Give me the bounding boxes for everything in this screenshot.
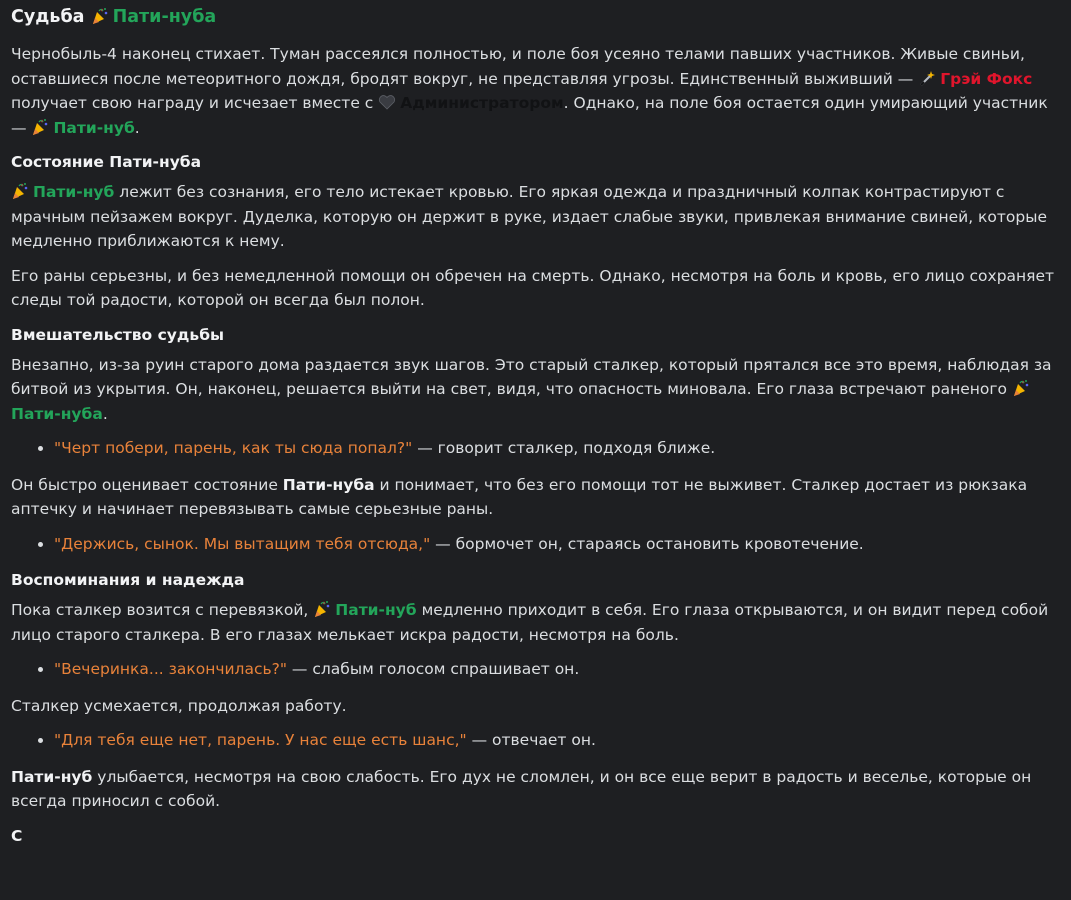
state-text: лежит без сознания, его тело истекает кр…	[11, 183, 1048, 250]
list-item: "Вечеринка... закончилась?" — слабым гол…	[54, 657, 1061, 682]
grey-fox-mention[interactable]: Грэй Фокс	[940, 70, 1032, 88]
party-popper-icon	[1012, 379, 1030, 397]
text: Пока сталкер возится с перевязкой,	[11, 601, 309, 619]
text: улыбается, несмотря на свою слабость. Ег…	[11, 767, 1032, 811]
intro-text-4: .	[134, 118, 140, 137]
party-popper-icon	[31, 118, 49, 136]
list-item: "Держись, сынок. Мы вытащим тебя отсюда,…	[54, 532, 1061, 557]
admin-mention[interactable]: Администратором	[400, 94, 563, 112]
party-popper-icon	[91, 7, 109, 25]
memories-paragraph-1: Пока сталкер возится с перевязкой, Пати-…	[11, 598, 1061, 647]
section-heading-intervention: Вмешательство судьбы	[11, 325, 225, 344]
party-noob-mention[interactable]: Пати-нуб	[335, 601, 416, 619]
party-noob-bold: Пати-нуб	[11, 767, 93, 786]
quote-list: "Для тебя еще нет, парень. У нас еще ест…	[11, 728, 1061, 753]
party-noob-mention[interactable]: Пати-нуб	[53, 119, 134, 137]
party-noob-name: Пати-нуба	[112, 7, 217, 27]
party-noob-bold: Пати-нуба	[282, 475, 375, 494]
intervention-paragraph-1: Внезапно, из-за руин старого дома раздае…	[11, 353, 1061, 427]
memories-paragraph-3: Пати-нуб улыбается, несмотря на свою сла…	[11, 765, 1061, 814]
party-popper-icon	[313, 600, 331, 618]
memories-paragraph-2: Сталкер усмехается, продолжая работу.	[11, 696, 347, 715]
list-item: "Черт побери, парень, как ты сюда попал?…	[54, 436, 1061, 461]
magic-wand-icon	[918, 69, 936, 87]
text: Он быстро оценивает состояние	[11, 475, 283, 494]
title-prefix: Судьба	[11, 7, 85, 27]
list-item: "Для тебя еще нет, парень. У нас еще ест…	[54, 728, 1061, 753]
quote-list: "Черт побери, парень, как ты сюда попал?…	[11, 436, 1061, 461]
intervention-text: Внезапно, из-за руин старого дома раздае…	[11, 355, 1052, 399]
section-heading-memories: Воспоминания и надежда	[11, 571, 245, 589]
period: .	[102, 404, 108, 423]
intro-text-1: Чернобыль-4 наконец стихает. Туман рассе…	[11, 45, 1025, 88]
intro-text-2: получает свою награду и исчезает вместе …	[11, 94, 374, 112]
section-heading-state: Состояние Пати-нуба	[11, 153, 202, 171]
intervention-paragraph-2: Он быстро оценивает состояние Пати-нуба …	[11, 473, 1061, 522]
state-paragraph-1: Пати-нуб лежит без сознания, его тело ис…	[11, 180, 1061, 254]
state-paragraph-2: Его раны серьезны, и без немедленной пом…	[11, 266, 1055, 310]
black-heart-icon	[378, 93, 396, 111]
quote-text: "Держись, сынок. Мы вытащим тебя отсюда,…	[54, 534, 431, 553]
quote-text: "Черт побери, парень, как ты сюда попал?…	[54, 439, 413, 457]
quote-attribution: — говорит сталкер, подходя ближе.	[412, 439, 716, 457]
quote-attribution: — слабым голосом спрашивает он.	[286, 660, 580, 678]
page-title: Судьба Пати-нуба	[11, 4, 1061, 30]
quote-list: "Держись, сынок. Мы вытащим тебя отсюда,…	[11, 532, 1061, 557]
party-noob-mention[interactable]: Пати-нуб	[33, 183, 114, 201]
party-noob-mention[interactable]: Пати-нуба	[11, 405, 103, 423]
quote-attribution: — отвечает он.	[466, 731, 596, 749]
intro-paragraph: Чернобыль-4 наконец стихает. Туман рассе…	[11, 42, 1061, 140]
message-content: Судьба Пати-нуба Чернобыль-4 наконец сти…	[0, 0, 1071, 848]
quote-text: "Вечеринка... закончилась?"	[54, 660, 287, 678]
cutoff-heading: С	[11, 826, 23, 845]
party-popper-icon	[11, 182, 29, 200]
quote-attribution: — бормочет он, стараясь остановить крово…	[430, 534, 864, 553]
quote-text: "Для тебя еще нет, парень. У нас еще ест…	[54, 731, 467, 749]
quote-list: "Вечеринка... закончилась?" — слабым гол…	[11, 657, 1061, 682]
